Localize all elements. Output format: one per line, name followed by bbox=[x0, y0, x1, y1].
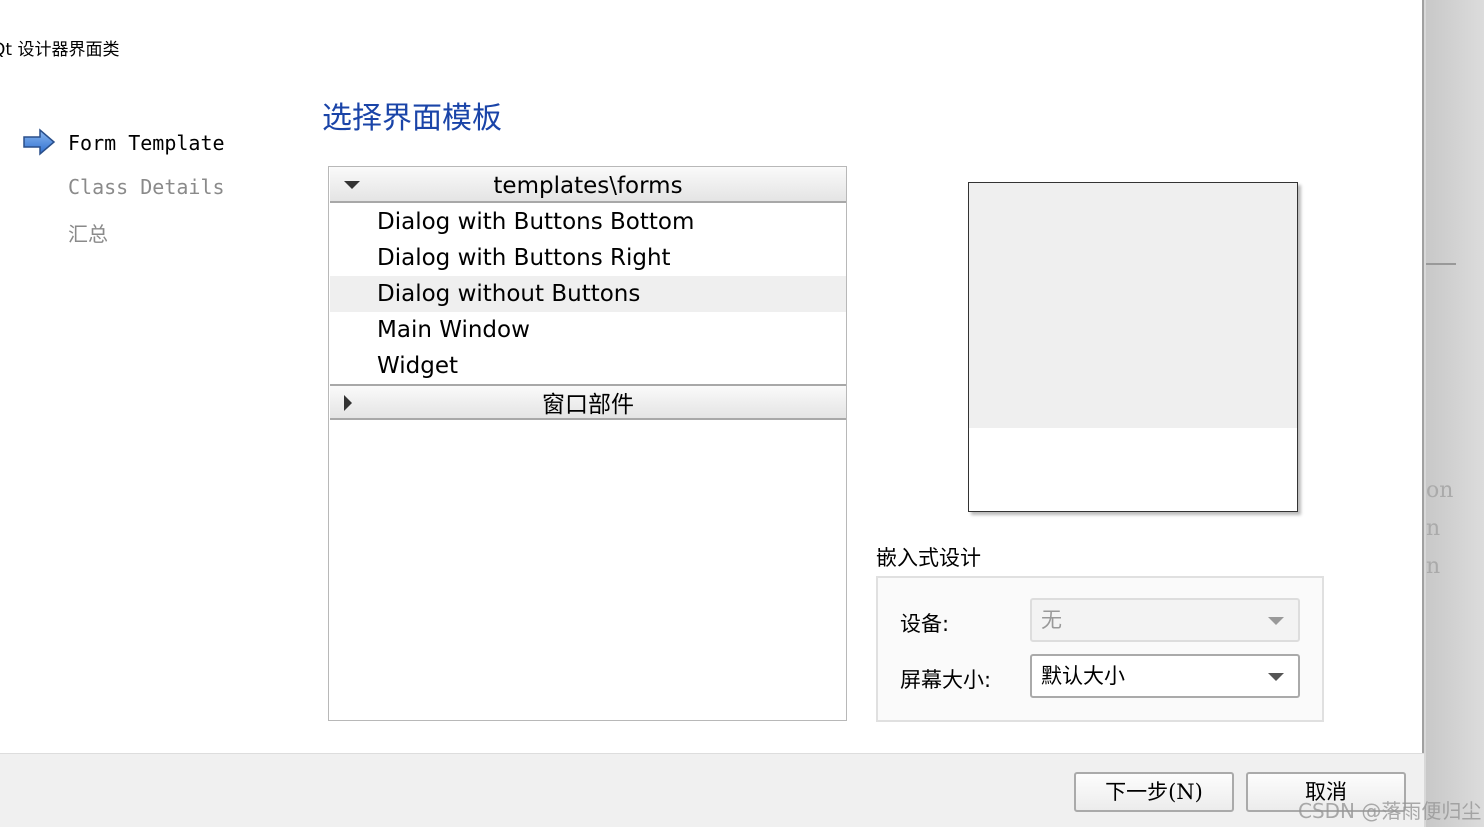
background-text: on bbox=[1426, 478, 1454, 503]
embedded-design-title: 嵌入式设计 bbox=[876, 546, 981, 570]
expanded-triangle-icon[interactable] bbox=[342, 167, 362, 203]
background-text: n bbox=[1426, 516, 1441, 541]
step-summary: 汇总 bbox=[68, 222, 108, 246]
page-title: 选择界面模板 bbox=[322, 101, 502, 136]
group-label: templates\forms bbox=[493, 173, 683, 199]
wizard-dialog: Qt 设计器界面类 Form Template Class Details 汇总… bbox=[0, 0, 1424, 827]
window-title: Qt 设计器界面类 bbox=[0, 40, 120, 60]
screen-size-label: 屏幕大小: bbox=[900, 668, 992, 692]
chevron-down-icon bbox=[1268, 673, 1284, 681]
tree-item[interactable]: Dialog with Buttons Bottom bbox=[330, 204, 846, 240]
device-value: 无 bbox=[1041, 608, 1062, 632]
current-step-arrow-icon bbox=[23, 128, 56, 156]
background-window bbox=[1426, 0, 1484, 827]
template-preview bbox=[968, 182, 1298, 512]
embedded-design-group: 设备: 无 屏幕大小: 默认大小 bbox=[876, 576, 1324, 722]
screen-size-select[interactable]: 默认大小 bbox=[1030, 654, 1300, 698]
collapsed-triangle-icon[interactable] bbox=[342, 386, 362, 422]
tree-group-widgets[interactable]: 窗口部件 bbox=[330, 384, 846, 420]
step-class-details: Class Details bbox=[68, 175, 225, 199]
device-label: 设备: bbox=[900, 612, 950, 636]
background-divider bbox=[1426, 263, 1456, 265]
step-form-template: Form Template bbox=[68, 131, 225, 155]
preview-dialog-area bbox=[969, 183, 1297, 428]
tree-group-templates-forms[interactable]: templates\forms bbox=[330, 167, 846, 203]
tree-item[interactable]: Widget bbox=[330, 348, 846, 384]
screen-size-value: 默认大小 bbox=[1041, 664, 1125, 688]
watermark: CSDN @落雨便归尘 bbox=[1298, 799, 1482, 823]
tree-item[interactable]: Dialog with Buttons Right bbox=[330, 240, 846, 276]
tree-item[interactable]: Main Window bbox=[330, 312, 846, 348]
template-tree[interactable]: templates\forms Dialog with Buttons Bott… bbox=[328, 166, 847, 721]
group-label: 窗口部件 bbox=[542, 392, 634, 418]
tree-item-selected[interactable]: Dialog without Buttons bbox=[330, 276, 846, 312]
background-text: n bbox=[1426, 554, 1441, 579]
chevron-down-icon bbox=[1268, 617, 1284, 625]
device-select[interactable]: 无 bbox=[1030, 598, 1300, 642]
next-button[interactable]: 下一步(N) bbox=[1074, 772, 1234, 812]
